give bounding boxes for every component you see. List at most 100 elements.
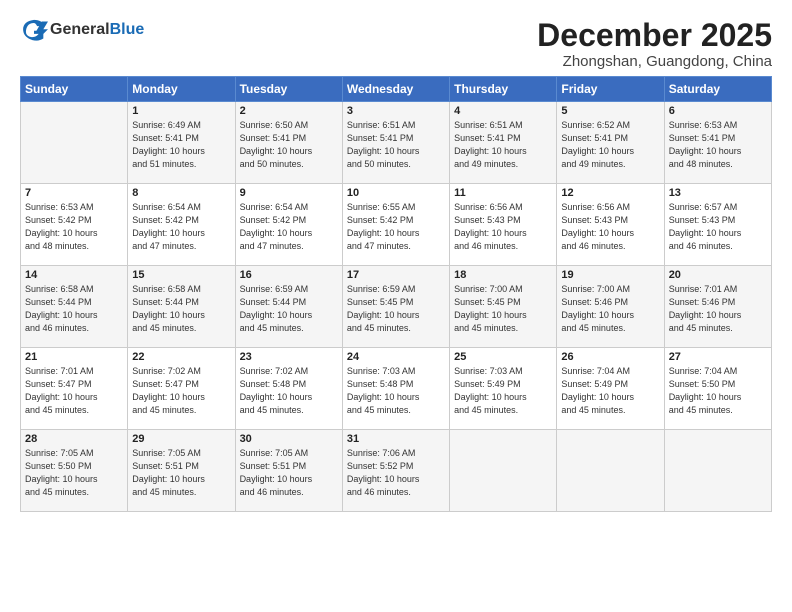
day-info: Sunrise: 6:59 AM Sunset: 5:44 PM Dayligh…	[240, 283, 338, 335]
weekday-header: Wednesday	[342, 77, 449, 102]
calendar-table: SundayMondayTuesdayWednesdayThursdayFrid…	[20, 76, 772, 512]
day-number: 3	[347, 105, 445, 117]
day-info: Sunrise: 7:05 AM Sunset: 5:51 PM Dayligh…	[132, 447, 230, 499]
day-info: Sunrise: 7:06 AM Sunset: 5:52 PM Dayligh…	[347, 447, 445, 499]
day-info: Sunrise: 6:49 AM Sunset: 5:41 PM Dayligh…	[132, 119, 230, 171]
day-number: 31	[347, 433, 445, 445]
day-info: Sunrise: 6:56 AM Sunset: 5:43 PM Dayligh…	[561, 201, 659, 253]
calendar-cell: 1 Sunrise: 6:49 AM Sunset: 5:41 PM Daylig…	[128, 102, 235, 184]
day-number: 15	[132, 269, 230, 281]
month-title: December 2025	[537, 18, 772, 53]
day-number: 8	[132, 187, 230, 199]
calendar-cell: 25Sunrise: 7:03 AM Sunset: 5:49 PM Dayli…	[450, 348, 557, 430]
calendar-week-row: 14 Sunrise: 6:58 AM Sunset: 5:44 PM Dayli…	[21, 266, 772, 348]
day-info: Sunrise: 6:59 AM Sunset: 5:45 PM Dayligh…	[347, 283, 445, 335]
day-info: Sunrise: 6:55 AM Sunset: 5:42 PM Dayligh…	[347, 201, 445, 253]
calendar-cell: 11 Sunrise: 6:56 AM Sunset: 5:43 PM Dayli…	[450, 184, 557, 266]
day-number: 5	[561, 105, 659, 117]
day-info: Sunrise: 7:00 AM Sunset: 5:45 PM Dayligh…	[454, 283, 552, 335]
calendar-cell: 5 Sunrise: 6:52 AM Sunset: 5:41 PM Daylig…	[557, 102, 664, 184]
weekday-header: Monday	[128, 77, 235, 102]
day-info: Sunrise: 7:05 AM Sunset: 5:50 PM Dayligh…	[25, 447, 123, 499]
day-info: Sunrise: 7:01 AM Sunset: 5:46 PM Dayligh…	[669, 283, 767, 335]
day-number: 17	[347, 269, 445, 281]
day-number: 29	[132, 433, 230, 445]
calendar-cell	[557, 430, 664, 512]
day-info: Sunrise: 7:03 AM Sunset: 5:49 PM Dayligh…	[454, 365, 552, 417]
weekday-header: Saturday	[664, 77, 771, 102]
calendar-cell: 17 Sunrise: 6:59 AM Sunset: 5:45 PM Dayli…	[342, 266, 449, 348]
day-info: Sunrise: 6:54 AM Sunset: 5:42 PM Dayligh…	[132, 201, 230, 253]
day-number: 4	[454, 105, 552, 117]
logo: GeneralBlue	[20, 18, 144, 42]
day-number: 20	[669, 269, 767, 281]
calendar-cell: 22 Sunrise: 7:02 AM Sunset: 5:47 PM Dayli…	[128, 348, 235, 430]
calendar-cell: 29 Sunrise: 7:05 AM Sunset: 5:51 PM Dayli…	[128, 430, 235, 512]
day-number: 11	[454, 187, 552, 199]
calendar-cell: 20 Sunrise: 7:01 AM Sunset: 5:46 PM Dayli…	[664, 266, 771, 348]
day-number: 12	[561, 187, 659, 199]
day-info: Sunrise: 7:04 AM Sunset: 5:50 PM Dayligh…	[669, 365, 767, 417]
day-info: Sunrise: 6:51 AM Sunset: 5:41 PM Dayligh…	[454, 119, 552, 171]
day-number: 6	[669, 105, 767, 117]
calendar-week-row: 7 Sunrise: 6:53 AM Sunset: 5:42 PM Daylig…	[21, 184, 772, 266]
day-info: Sunrise: 6:51 AM Sunset: 5:41 PM Dayligh…	[347, 119, 445, 171]
day-info: Sunrise: 7:02 AM Sunset: 5:48 PM Dayligh…	[240, 365, 338, 417]
weekday-header: Sunday	[21, 77, 128, 102]
calendar-week-row: 21Sunrise: 7:01 AM Sunset: 5:47 PM Dayli…	[21, 348, 772, 430]
day-info: Sunrise: 6:52 AM Sunset: 5:41 PM Dayligh…	[561, 119, 659, 171]
day-number: 28	[25, 433, 123, 445]
calendar-cell: 3 Sunrise: 6:51 AM Sunset: 5:41 PM Daylig…	[342, 102, 449, 184]
calendar-cell: 2Sunrise: 6:50 AM Sunset: 5:41 PM Daylig…	[235, 102, 342, 184]
day-info: Sunrise: 6:58 AM Sunset: 5:44 PM Dayligh…	[25, 283, 123, 335]
weekday-header: Thursday	[450, 77, 557, 102]
day-info: Sunrise: 7:00 AM Sunset: 5:46 PM Dayligh…	[561, 283, 659, 335]
calendar-cell: 4 Sunrise: 6:51 AM Sunset: 5:41 PM Daylig…	[450, 102, 557, 184]
day-number: 22	[132, 351, 230, 363]
calendar-cell: 28 Sunrise: 7:05 AM Sunset: 5:50 PM Dayli…	[21, 430, 128, 512]
title-block: December 2025 Zhongshan, Guangdong, Chin…	[537, 18, 772, 70]
day-info: Sunrise: 6:58 AM Sunset: 5:44 PM Dayligh…	[132, 283, 230, 335]
weekday-header: Tuesday	[235, 77, 342, 102]
day-number: 13	[669, 187, 767, 199]
logo-general: General	[50, 21, 110, 39]
day-info: Sunrise: 6:53 AM Sunset: 5:42 PM Dayligh…	[25, 201, 123, 253]
calendar-cell	[664, 430, 771, 512]
day-info: Sunrise: 6:57 AM Sunset: 5:43 PM Dayligh…	[669, 201, 767, 253]
day-info: Sunrise: 6:54 AM Sunset: 5:42 PM Dayligh…	[240, 201, 338, 253]
logo-text: GeneralBlue	[50, 21, 144, 39]
calendar-cell: 6 Sunrise: 6:53 AM Sunset: 5:41 PM Daylig…	[664, 102, 771, 184]
calendar-cell: 21Sunrise: 7:01 AM Sunset: 5:47 PM Dayli…	[21, 348, 128, 430]
day-number: 7	[25, 187, 123, 199]
calendar-cell: 31 Sunrise: 7:06 AM Sunset: 5:52 PM Dayli…	[342, 430, 449, 512]
calendar-cell: 13 Sunrise: 6:57 AM Sunset: 5:43 PM Dayli…	[664, 184, 771, 266]
day-number: 19	[561, 269, 659, 281]
calendar-page: GeneralBlue December 2025 Zhongshan, Gua…	[0, 0, 792, 612]
location: Zhongshan, Guangdong, China	[537, 53, 772, 70]
calendar-cell: 18Sunrise: 7:00 AM Sunset: 5:45 PM Dayli…	[450, 266, 557, 348]
day-info: Sunrise: 7:05 AM Sunset: 5:51 PM Dayligh…	[240, 447, 338, 499]
calendar-cell: 9Sunrise: 6:54 AM Sunset: 5:42 PM Daylig…	[235, 184, 342, 266]
calendar-cell: 12 Sunrise: 6:56 AM Sunset: 5:43 PM Dayli…	[557, 184, 664, 266]
day-info: Sunrise: 7:02 AM Sunset: 5:47 PM Dayligh…	[132, 365, 230, 417]
calendar-cell: 7 Sunrise: 6:53 AM Sunset: 5:42 PM Daylig…	[21, 184, 128, 266]
day-info: Sunrise: 6:56 AM Sunset: 5:43 PM Dayligh…	[454, 201, 552, 253]
day-number: 14	[25, 269, 123, 281]
calendar-cell: 23 Sunrise: 7:02 AM Sunset: 5:48 PM Dayli…	[235, 348, 342, 430]
calendar-week-row: 1 Sunrise: 6:49 AM Sunset: 5:41 PM Daylig…	[21, 102, 772, 184]
day-number: 23	[240, 351, 338, 363]
day-number: 24	[347, 351, 445, 363]
calendar-cell: 27 Sunrise: 7:04 AM Sunset: 5:50 PM Dayli…	[664, 348, 771, 430]
day-info: Sunrise: 6:53 AM Sunset: 5:41 PM Dayligh…	[669, 119, 767, 171]
day-number: 30	[240, 433, 338, 445]
day-number: 2	[240, 105, 338, 117]
calendar-cell: 26Sunrise: 7:04 AM Sunset: 5:49 PM Dayli…	[557, 348, 664, 430]
calendar-cell: 14 Sunrise: 6:58 AM Sunset: 5:44 PM Dayli…	[21, 266, 128, 348]
day-number: 27	[669, 351, 767, 363]
day-number: 1	[132, 105, 230, 117]
weekday-header: Friday	[557, 77, 664, 102]
weekday-header-row: SundayMondayTuesdayWednesdayThursdayFrid…	[21, 77, 772, 102]
calendar-cell: 16Sunrise: 6:59 AM Sunset: 5:44 PM Dayli…	[235, 266, 342, 348]
calendar-cell	[21, 102, 128, 184]
header: GeneralBlue December 2025 Zhongshan, Gua…	[20, 18, 772, 70]
